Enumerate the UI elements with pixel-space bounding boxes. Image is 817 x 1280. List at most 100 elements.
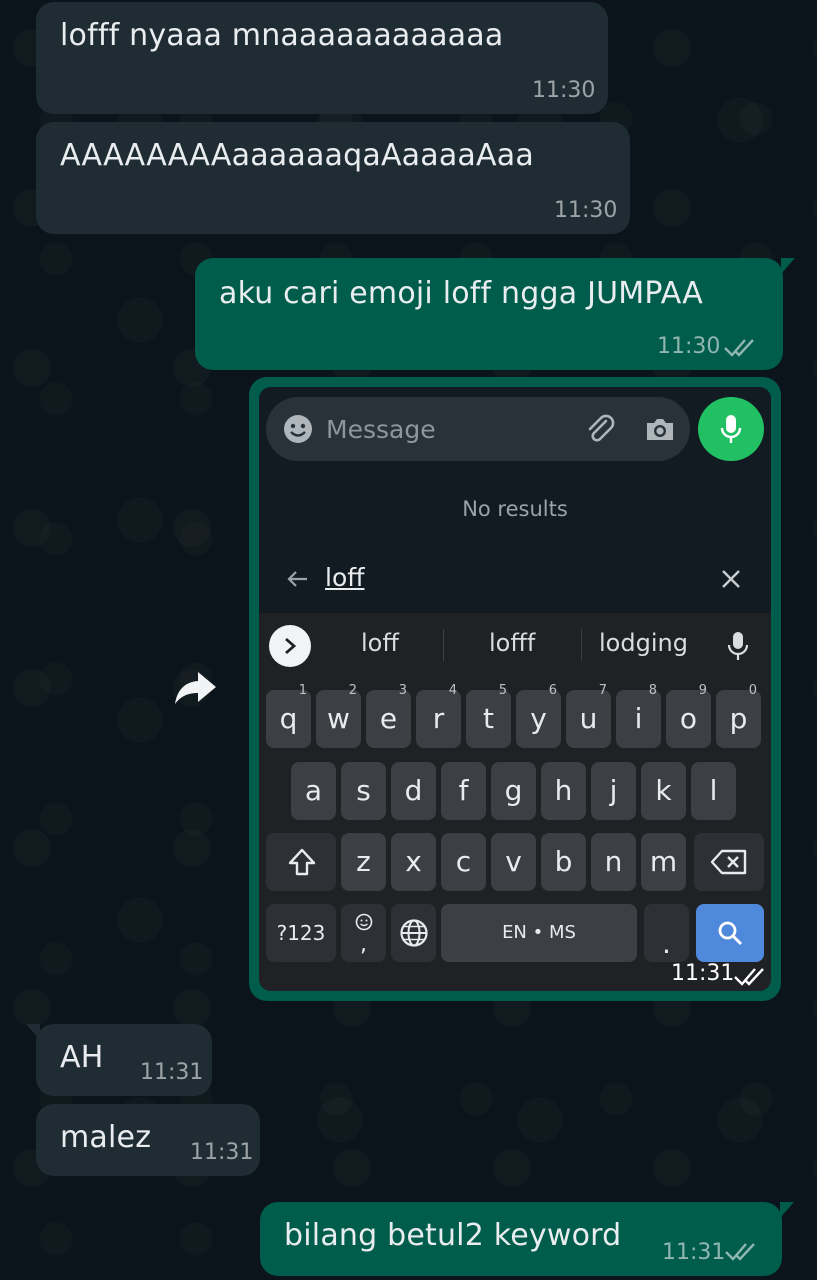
search-key [696, 904, 764, 962]
message-text: aku cari emoji loff ngga JUMPAA [219, 276, 704, 311]
backspace-key [694, 833, 764, 891]
emoji-icon [284, 415, 312, 443]
language-key [391, 904, 436, 962]
message-text: lofff nyaaa mnaaaaaaaaaaaa [60, 18, 504, 53]
bubble-tail [780, 1202, 794, 1218]
search-query: loff [325, 563, 365, 592]
key-hint: 2 [348, 683, 357, 698]
key-label: q [279, 702, 298, 735]
key-r: r4 [416, 684, 461, 748]
key-q: q1 [266, 684, 311, 748]
comma-label: , [360, 932, 367, 957]
key-v: v [491, 833, 536, 891]
message-time: 11:31 [140, 1060, 204, 1085]
key-label: w [327, 702, 350, 735]
key-label: y [530, 702, 547, 735]
double-check-icon [734, 968, 764, 986]
key-label: t [483, 702, 494, 735]
key-s: s [341, 762, 386, 820]
key-hint: 0 [748, 683, 757, 698]
forward-icon[interactable] [172, 668, 220, 708]
key-t: t5 [466, 684, 511, 748]
key-o: o9 [666, 684, 711, 748]
composer-placeholder: Message [326, 415, 436, 444]
period-key: . [644, 904, 689, 962]
key-u: u7 [566, 684, 611, 748]
globe-icon [400, 919, 428, 947]
search-icon [718, 921, 743, 946]
key-d: d [391, 762, 436, 820]
key-hint: 8 [648, 683, 657, 698]
composer-bar: Message [266, 397, 690, 461]
key-label: i [634, 702, 643, 735]
message-bubble-outgoing[interactable]: aku cari emoji loff ngga JUMPAA 11:30 [195, 258, 795, 370]
key-label: u [579, 702, 598, 735]
space-bar: EN • MS [441, 904, 637, 962]
symbols-key: ?123 [266, 904, 336, 962]
key-b: b [541, 833, 586, 891]
key-j: j [591, 762, 636, 820]
shift-key [266, 833, 336, 891]
keyboard-screenshot[interactable]: Message No results loff loff lofff lodgi… [259, 387, 771, 991]
key-e: e3 [366, 684, 411, 748]
key-label: p [729, 702, 748, 735]
message-bubble-incoming[interactable]: AH 11:31 [26, 1024, 212, 1096]
shift-icon [288, 848, 316, 876]
message-time: 11:30 [554, 198, 618, 223]
close-icon [722, 570, 740, 588]
suggestion-divider [581, 629, 582, 661]
suggestion-item: loff [361, 629, 399, 657]
bubble-tail [26, 1024, 40, 1040]
message-text: AAAAAAAAaaaaaaqaAaaaaAaa [60, 138, 534, 173]
key-p: p0 [716, 684, 761, 748]
key-hint: 3 [398, 683, 407, 698]
key-c: c [441, 833, 486, 891]
image-message-bubble[interactable]: Message No results loff loff lofff lodgi… [249, 377, 781, 1001]
key-i: i8 [616, 684, 661, 748]
mic-icon [727, 632, 749, 660]
message-text: bilang betul2 keyword [284, 1218, 622, 1253]
message-time: 11:30 [657, 334, 721, 359]
mic-icon [720, 415, 742, 443]
expand-suggestions-button [269, 625, 311, 667]
bubble-tail [781, 258, 795, 274]
emoji-search-row: loff [259, 547, 771, 613]
chevron-right-icon [285, 637, 297, 655]
back-arrow-icon [287, 571, 307, 587]
key-hint: 9 [698, 683, 707, 698]
keyboard: loff lofff lodging q1 w2 e3 r4 t5 y6 u7 … [259, 613, 771, 991]
camera-icon [647, 419, 673, 440]
message-bubble-incoming[interactable]: lofff nyaaa mnaaaaaaaaaaaa 11:30 [36, 2, 608, 114]
emoji-comma-key: , [341, 904, 386, 962]
key-g: g [491, 762, 536, 820]
paperclip-icon [588, 414, 615, 442]
backspace-icon [710, 849, 747, 875]
message-time: 11:31 [671, 961, 735, 986]
key-w: w2 [316, 684, 361, 748]
message-bubble-incoming[interactable]: AAAAAAAAaaaaaaqaAaaaaAaa 11:30 [36, 122, 630, 234]
key-hint: 5 [498, 683, 507, 698]
key-label: o [679, 702, 698, 735]
suggestion-item: lofff [489, 629, 536, 657]
message-text: malez [60, 1120, 152, 1155]
key-h: h [541, 762, 586, 820]
double-check-icon [725, 1243, 755, 1261]
message-time: 11:30 [532, 78, 596, 103]
key-f: f [441, 762, 486, 820]
mic-button [698, 397, 764, 461]
message-text: AH [60, 1040, 104, 1075]
key-l: l [691, 762, 736, 820]
double-check-icon [724, 339, 754, 357]
key-x: x [391, 833, 436, 891]
suggestion-strip: loff lofff lodging [259, 613, 771, 675]
no-results-text: No results [462, 497, 568, 521]
key-z: z [341, 833, 386, 891]
message-time: 11:31 [190, 1140, 254, 1165]
key-hint: 7 [598, 683, 607, 698]
key-a: a [291, 762, 336, 820]
message-bubble-incoming[interactable]: malez 11:31 [36, 1104, 260, 1176]
key-label: r [432, 702, 445, 735]
message-time: 11:31 [662, 1240, 726, 1265]
message-bubble-outgoing[interactable]: bilang betul2 keyword 11:31 [260, 1202, 794, 1276]
key-y: y6 [516, 684, 561, 748]
